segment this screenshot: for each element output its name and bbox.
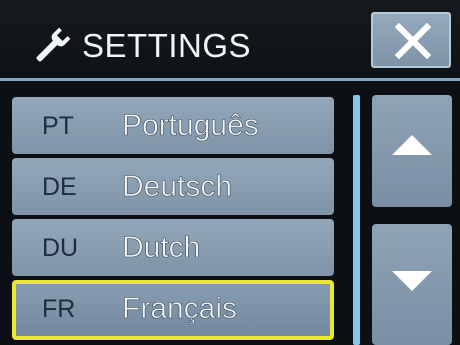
language-name: Deutsch <box>122 170 233 204</box>
language-name: Français <box>122 292 238 326</box>
settings-screen: SETTINGS PT Português DE Deutsch DU Dutc… <box>0 0 460 345</box>
scroll-down-button[interactable] <box>372 224 452 345</box>
language-code: PT <box>42 112 74 140</box>
header-bar: SETTINGS <box>0 0 460 78</box>
language-code: FR <box>42 295 76 323</box>
language-code: DU <box>42 234 79 262</box>
language-code: DE <box>42 173 77 201</box>
page-title: SETTINGS <box>82 27 252 64</box>
close-button[interactable] <box>371 12 451 68</box>
triangle-down-icon <box>392 271 432 291</box>
wrench-icon <box>36 27 71 62</box>
language-name: Português <box>122 109 259 143</box>
triangle-up-icon <box>392 135 432 155</box>
language-item-de[interactable]: DE Deutsch <box>12 158 334 215</box>
header-divider <box>0 78 460 81</box>
scrollbar[interactable] <box>353 95 360 345</box>
language-item-pt[interactable]: PT Português <box>12 97 334 154</box>
close-icon <box>394 23 432 59</box>
language-item-fr[interactable]: FR Français <box>12 280 334 340</box>
scroll-up-button[interactable] <box>372 95 452 207</box>
language-name: Dutch <box>122 231 201 265</box>
language-item-du[interactable]: DU Dutch <box>12 219 334 276</box>
